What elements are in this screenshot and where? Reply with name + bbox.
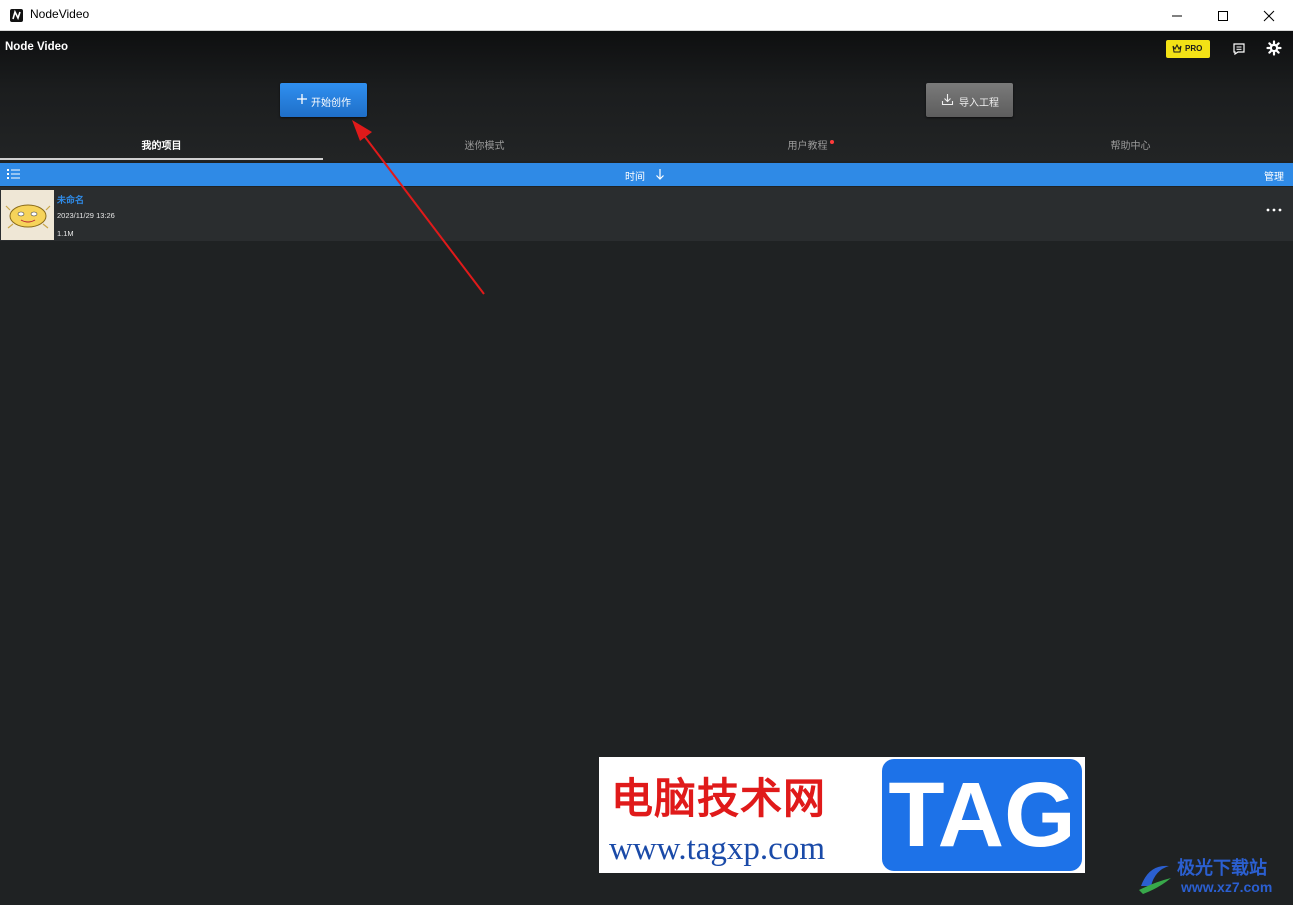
close-button[interactable] <box>1246 0 1292 31</box>
gear-icon[interactable] <box>1266 40 1282 56</box>
watermark-url: www.tagxp.com <box>609 831 825 867</box>
plus-icon <box>297 94 307 104</box>
watermark-secondary-url: www.xz7.com <box>1181 879 1273 895</box>
watermark-secondary: 极光下载站 www.xz7.com <box>1135 852 1285 900</box>
window-titlebar: NodeVideo <box>0 0 1293 31</box>
sort-bar: 时间 管理 <box>0 163 1293 186</box>
project-thumbnail <box>1 190 54 240</box>
watermark-tag-logo: TAG <box>882 759 1082 871</box>
notification-dot <box>830 140 834 144</box>
import-project-button[interactable]: 导入工程 <box>926 83 1013 117</box>
watermark-banner: 电脑技术网 www.tagxp.com TAG <box>599 757 1085 873</box>
manage-button[interactable]: 管理 <box>1264 168 1284 183</box>
minimize-button[interactable] <box>1154 0 1200 31</box>
start-create-label: 开始创作 <box>311 98 351 109</box>
watermark-secondary-name: 极光下载站 <box>1177 858 1267 879</box>
project-date: 2023/11/29 13:26 <box>57 211 115 220</box>
list-view-icon[interactable] <box>7 168 20 180</box>
project-list-item[interactable]: 未命名 2023/11/29 13:26 1.1M <box>0 187 1293 241</box>
aurora-logo-icon <box>1139 865 1171 894</box>
tab-user-tutorial[interactable]: 用户教程 <box>646 139 969 161</box>
pro-badge-button[interactable]: PRO <box>1166 40 1210 58</box>
more-options-icon[interactable] <box>1264 205 1284 215</box>
project-name[interactable]: 未命名 <box>57 193 84 206</box>
tab-mini-mode[interactable]: 迷你模式 <box>323 139 646 161</box>
active-tab-indicator <box>0 158 323 160</box>
sort-descending-icon[interactable] <box>655 168 665 180</box>
sort-by-time[interactable]: 时间 <box>625 168 645 183</box>
start-create-button[interactable]: 开始创作 <box>280 83 367 117</box>
app-logo-icon <box>10 9 23 22</box>
feedback-icon[interactable] <box>1232 42 1246 56</box>
window-title: NodeVideo <box>30 7 90 21</box>
import-project-label: 导入工程 <box>959 98 999 109</box>
crown-icon <box>1172 44 1182 53</box>
download-icon <box>941 94 954 106</box>
watermark-site-name: 电脑技术网 <box>611 774 827 823</box>
pro-badge-label: PRO <box>1185 44 1203 53</box>
project-size: 1.1M <box>57 229 74 238</box>
brand-title: Node Video <box>5 41 69 53</box>
maximize-button[interactable] <box>1200 0 1246 31</box>
tab-help-center[interactable]: 帮助中心 <box>969 139 1292 161</box>
